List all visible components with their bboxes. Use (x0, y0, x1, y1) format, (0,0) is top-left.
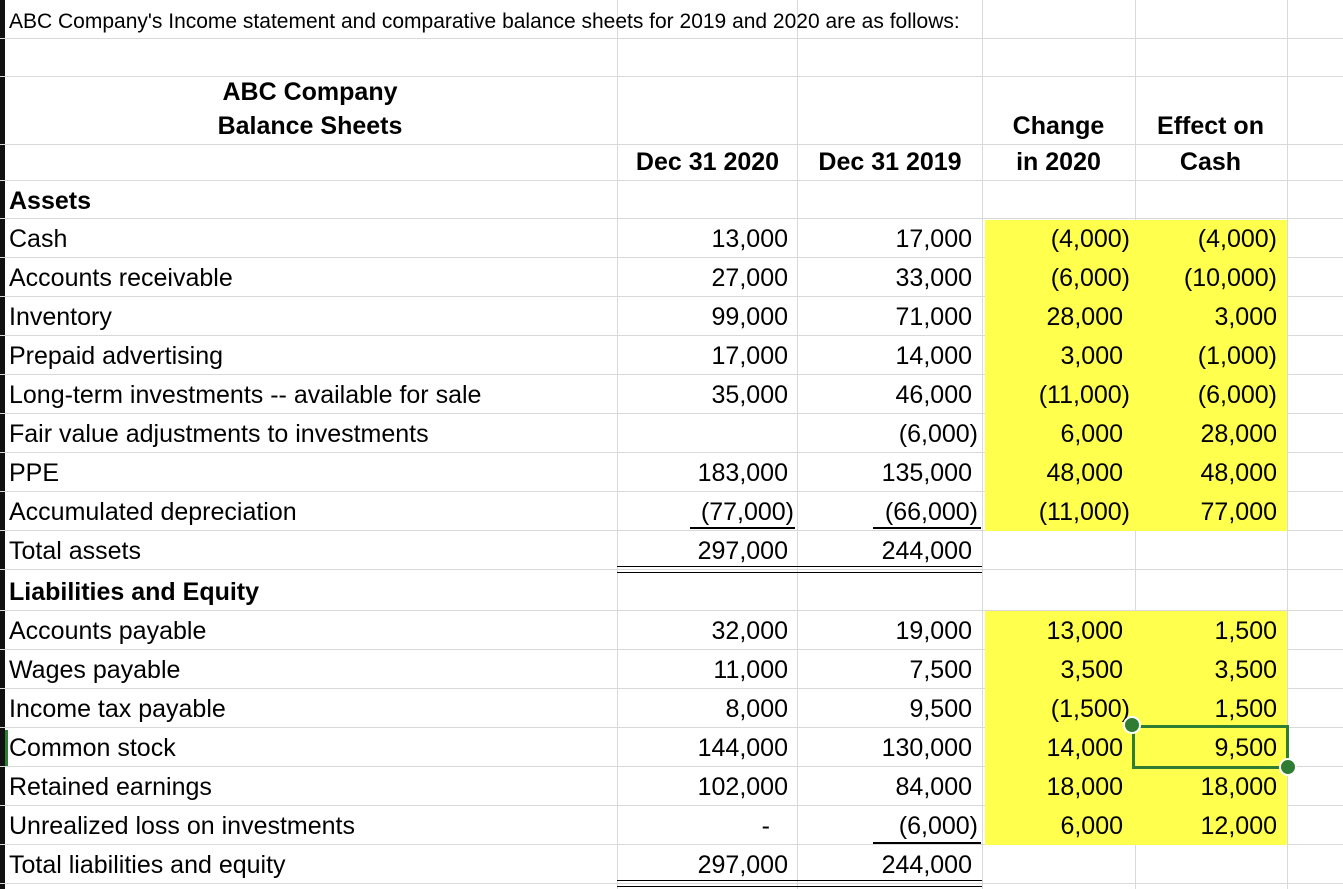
cell-change: 14,000 (1046, 734, 1123, 762)
cell-effect: 18,000 (1200, 773, 1277, 801)
selection-handle-top-left[interactable] (1123, 716, 1141, 734)
cell-change: 13,000 (1046, 617, 1123, 645)
cell-2020: 17,000 (711, 342, 788, 370)
double-underline (797, 880, 982, 887)
row-label: PPE (9, 459, 60, 487)
row-label: Unrealized loss on investments (9, 812, 355, 840)
cell-effect: 3,000 (1214, 303, 1277, 331)
cell-effect: 3,500 (1214, 656, 1277, 684)
underline (873, 842, 981, 844)
cell-2019: (66,000) (884, 498, 978, 526)
cell-2020: 27,000 (711, 264, 788, 292)
row-label: Cash (9, 225, 68, 253)
cell-2019: 9,500 (909, 695, 972, 723)
row-label: Income tax payable (9, 695, 226, 723)
col-header-effect-1: Effect on (1157, 112, 1264, 140)
cell-2019: 46,000 (895, 381, 972, 409)
col-header-2020: Dec 31 2020 (635, 148, 780, 176)
cell-change: (11,000) (1038, 381, 1130, 409)
spreadsheet: ABC Company's Income statement and compa… (0, 0, 1343, 889)
row-label: Accounts receivable (9, 264, 233, 292)
cell-change: 6,000 (1060, 420, 1123, 448)
underline (690, 527, 795, 529)
cell-change: 3,000 (1060, 342, 1123, 370)
cell-2019: 14,000 (895, 342, 972, 370)
cell-effect: 48,000 (1200, 459, 1277, 487)
cell-2020: 13,000 (711, 225, 788, 253)
cell-2019: 130,000 (881, 734, 972, 762)
cell-2020: 8,000 (725, 695, 788, 723)
cell-change: (4,000) (1050, 225, 1130, 253)
cell-change: (11,000) (1038, 498, 1130, 526)
cell-change: (1,500) (1050, 695, 1130, 723)
company-name: ABC Company (222, 78, 398, 106)
col-header-effect-2: Cash (1179, 148, 1242, 176)
cell-effect: (1,000) (1197, 342, 1277, 370)
cell-2019: 7,500 (909, 656, 972, 684)
cell-2019: (6,000) (898, 420, 978, 448)
cell-effect: 28,000 (1200, 420, 1277, 448)
row-label: Accounts payable (9, 617, 207, 645)
total-assets-2019: 244,000 (881, 537, 972, 565)
cell-2020 (620, 414, 788, 452)
row-label: Inventory (9, 303, 112, 331)
cell-change: 28,000 (1046, 303, 1123, 331)
cell-2020: 144,000 (697, 734, 788, 762)
cell-2020: 183,000 (697, 459, 788, 487)
intro-text: ABC Company's Income statement and compa… (9, 10, 960, 33)
cell-2019: 135,000 (881, 459, 972, 487)
total-assets-2020: 297,000 (697, 537, 788, 565)
row-label: Wages payable (9, 656, 181, 684)
row-label: Long-term investments -- available for s… (9, 381, 482, 409)
cell-2020: 11,000 (713, 656, 788, 684)
cell-2020: - (761, 812, 770, 840)
double-underline (797, 566, 982, 573)
cell-2020: 35,000 (711, 381, 788, 409)
col-header-change-2: in 2020 (1016, 148, 1101, 176)
statement-name: Balance Sheets (217, 112, 403, 140)
row-label: Retained earnings (9, 773, 212, 801)
cell-2020: 102,000 (697, 773, 788, 801)
cell-2019: 17,000 (895, 225, 972, 253)
row-label: Accumulated depreciation (9, 498, 297, 526)
cell-effect: (4,000) (1197, 225, 1277, 253)
row-label: Common stock (9, 734, 176, 762)
assets-header: Assets (9, 187, 91, 215)
cell-effect: 1,500 (1214, 695, 1277, 723)
liabilities-header: Liabilities and Equity (9, 578, 260, 606)
total-liab-2019: 244,000 (881, 851, 972, 879)
cell-change: 6,000 (1060, 812, 1123, 840)
cell-2019: (6,000) (898, 812, 978, 840)
total-assets-label: Total assets (9, 537, 142, 565)
cell-effect: 77,000 (1200, 498, 1277, 526)
col-header-change-1: Change (1012, 112, 1105, 140)
cell-2019: 84,000 (895, 773, 972, 801)
cell-2020: 99,000 (711, 303, 788, 331)
cell-change: 3,500 (1060, 656, 1123, 684)
cell-change: (6,000) (1050, 264, 1130, 292)
cell-2019: 71,000 (895, 303, 972, 331)
double-underline (617, 880, 797, 887)
cell-selection[interactable] (1132, 725, 1289, 769)
cell-change: 48,000 (1046, 459, 1123, 487)
cell-2020: 32,000 (711, 617, 788, 645)
underline (873, 527, 981, 529)
cell-2020: (77,000) (700, 498, 794, 526)
cell-effect: (6,000) (1197, 381, 1277, 409)
row-label: Prepaid advertising (9, 342, 224, 370)
cell-change: 18,000 (1046, 773, 1123, 801)
cell-effect: (10,000) (1183, 264, 1277, 292)
total-liab-label: Total liabilities and equity (9, 851, 286, 879)
cell-2019: 33,000 (895, 264, 972, 292)
col-header-2019: Dec 31 2019 (818, 148, 962, 176)
cell-2019: 19,000 (895, 617, 972, 645)
double-underline (617, 566, 797, 573)
total-liab-2020: 297,000 (697, 851, 788, 879)
cell-effect: 12,000 (1200, 812, 1277, 840)
row-marker (5, 730, 8, 766)
cell-effect: 1,500 (1214, 617, 1277, 645)
row-label: Fair value adjustments to investments (9, 420, 429, 448)
selection-handle-bottom-right[interactable] (1279, 758, 1297, 776)
